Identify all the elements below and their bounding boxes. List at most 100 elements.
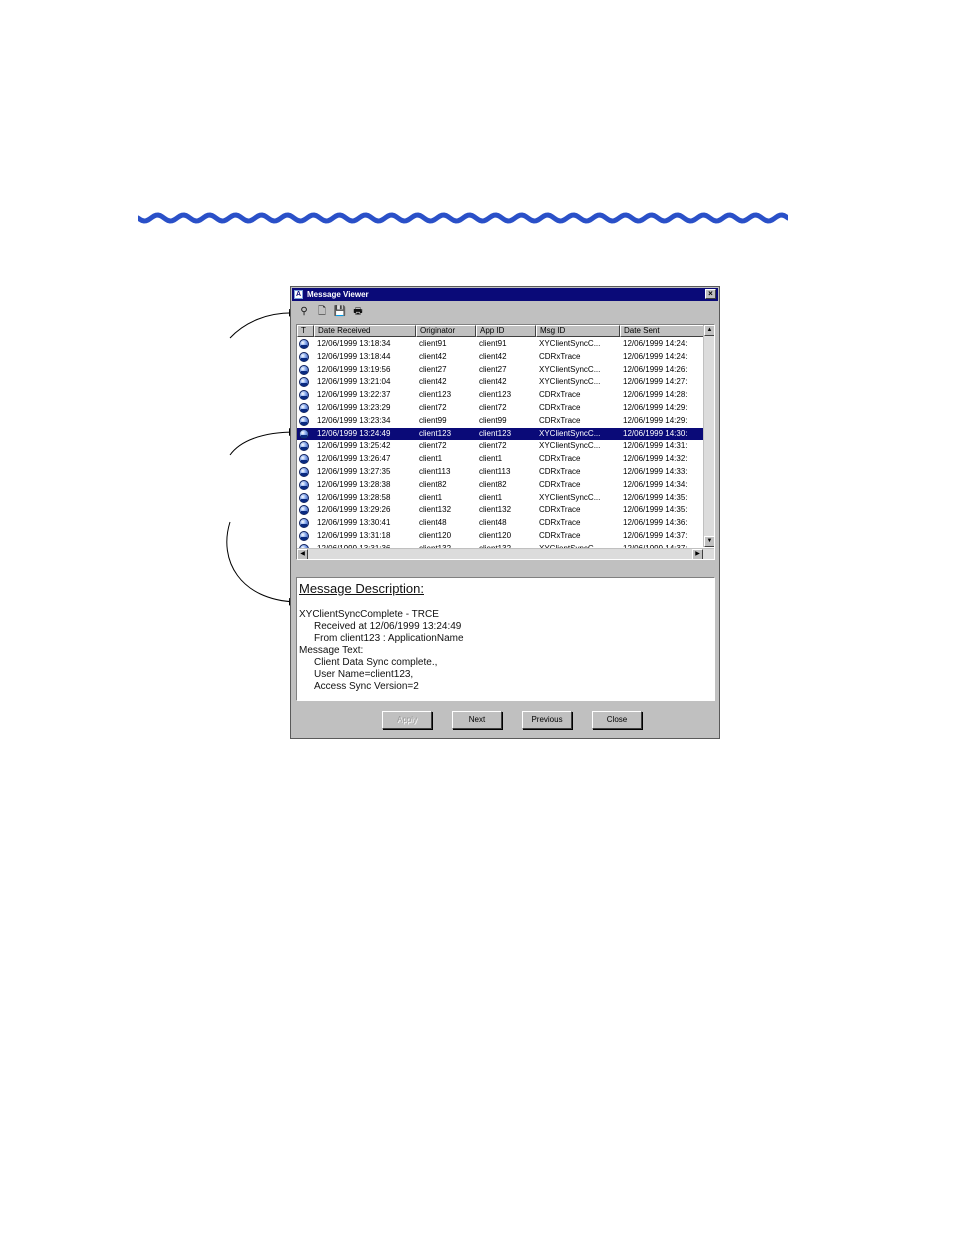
- cell-date-received: 12/06/1999 13:18:44: [317, 351, 391, 361]
- description-line: XYClientSyncComplete - TRCE: [299, 609, 439, 620]
- callout-arrow-description: [226, 521, 297, 606]
- cell-msg-id: CDRxTrace: [539, 479, 581, 489]
- horizontal-scrollbar[interactable]: ◀ ▶: [297, 548, 714, 559]
- description-line: Received at 12/06/1999 13:24:49: [314, 621, 462, 632]
- cell-app-id: client120: [479, 531, 512, 540]
- cell-app-id: client91: [479, 339, 507, 348]
- column-header-originator[interactable]: Originator: [416, 325, 476, 337]
- message-type-icon: [299, 339, 309, 349]
- cell-date-sent: 12/06/1999 14:36:: [623, 518, 688, 528]
- message-type-icon: [299, 415, 309, 426]
- title-bar[interactable]: A Message Viewer ×: [292, 288, 718, 301]
- cell-app-id: client42: [479, 377, 507, 387]
- cell-originator: client132: [419, 505, 452, 515]
- table-row[interactable]: 12/06/1999 13:28:38 client82 client82 CDRxT…: [297, 479, 704, 491]
- message-type-icon: [299, 441, 309, 452]
- column-header-date-sent[interactable]: Date Sent: [620, 325, 704, 337]
- table-row[interactable]: 12/06/1999 13:22:37 client123 client123 CDR…: [297, 389, 704, 401]
- cell-msg-id: XYClientSyncC...: [539, 441, 601, 451]
- message-type-icon: [299, 377, 309, 388]
- save-icon[interactable]: 💾: [333, 305, 347, 319]
- table-row[interactable]: 12/06/1999 13:27:35 client113 client113 CDR…: [297, 466, 704, 478]
- message-type-icon: [299, 467, 309, 477]
- cell-type: [297, 492, 314, 504]
- table-row[interactable]: 12/06/1999 13:24:49 client123 client123 XYC…: [297, 427, 704, 440]
- column-header-date-received[interactable]: Date Received: [314, 325, 416, 337]
- table-row[interactable]: 12/06/1999 13:18:34 client91 client91 XYCli…: [297, 338, 704, 350]
- cell-app-id: client1: [479, 454, 503, 464]
- cell-originator: client72: [419, 441, 447, 451]
- cell-originator: client1: [419, 492, 443, 502]
- vertical-scrollbar[interactable]: ▲ ▼: [703, 325, 714, 547]
- scroll-down-icon[interactable]: ▼: [704, 536, 714, 547]
- cell-type: [297, 440, 314, 452]
- scroll-up-icon[interactable]: ▲: [704, 325, 714, 336]
- cell-msg-id: XYClientSyncC...: [539, 364, 601, 374]
- cell-date-sent: 12/06/1999 14:32:: [623, 454, 688, 464]
- table-row[interactable]: 12/06/1999 13:18:44 client42 client42 CDRxT…: [297, 351, 704, 363]
- cell-type: [297, 517, 314, 529]
- cell-app-id: client72: [479, 441, 507, 451]
- filter-icon[interactable]: ⚲: [297, 305, 311, 319]
- decorative-wave-rule: [138, 212, 788, 224]
- cell-type: [297, 389, 314, 401]
- close-button[interactable]: Close: [592, 711, 642, 729]
- cell-msg-id: CDRxTrace: [539, 415, 581, 425]
- cell-app-id: client82: [479, 479, 507, 489]
- window-title: Message Viewer: [307, 290, 369, 299]
- table-row[interactable]: 12/06/1999 13:19:56 client27 client27 XYCli…: [297, 364, 704, 376]
- table-row[interactable]: 12/06/1999 13:30:41 client48 client48 CDRxT…: [297, 517, 704, 529]
- cell-date-sent: 12/06/1999 14:37:: [623, 531, 688, 540]
- cell-msg-id: CDRxTrace: [539, 467, 581, 476]
- cell-type: [297, 504, 314, 516]
- table-row[interactable]: 12/06/1999 13:28:58 client1 client1 XYClien…: [297, 492, 704, 504]
- message-list[interactable]: T Date Received Originator App ID Msg ID…: [296, 324, 715, 560]
- table-row[interactable]: 12/06/1999 13:23:34 client99 client99 CDRxT…: [297, 415, 704, 427]
- table-row[interactable]: 12/06/1999 13:29:26 client132 client132 CDR…: [297, 504, 704, 516]
- cell-originator: client113: [419, 467, 451, 476]
- table-row[interactable]: 12/06/1999 13:21:04 client42 client42 XYCli…: [297, 376, 704, 388]
- description-line: Client Data Sync complete.,: [314, 657, 438, 668]
- scroll-right-icon[interactable]: ▶: [692, 549, 703, 559]
- cell-date-received: 12/06/1999 13:18:34: [317, 339, 391, 348]
- message-type-icon: [299, 531, 309, 541]
- cell-originator: client120: [419, 531, 452, 540]
- toolbar: ⚲ 🗋 💾 🖶: [293, 304, 717, 320]
- description-line: From client123 : ApplicationName: [314, 633, 464, 644]
- cell-originator: client27: [419, 364, 447, 374]
- cell-date-received: 12/06/1999 13:31:18: [317, 531, 391, 540]
- cell-date-received: 12/06/1999 13:28:38: [317, 479, 391, 489]
- apply-button[interactable]: Apply: [382, 711, 432, 729]
- cell-date-sent: 12/06/1999 14:33:: [623, 467, 688, 476]
- previous-button[interactable]: Previous: [522, 711, 572, 729]
- scroll-left-icon[interactable]: ◀: [297, 549, 308, 559]
- message-type-icon: [299, 505, 309, 516]
- print-icon[interactable]: 🖶: [351, 305, 365, 319]
- cell-date-received: 12/06/1999 13:28:58: [317, 492, 391, 502]
- table-row[interactable]: 12/06/1999 13:23:29 client72 client72 CDRxT…: [297, 402, 704, 414]
- table-row[interactable]: 12/06/1999 13:31:18 client120 client120 CDR…: [297, 530, 704, 542]
- cell-app-id: client42: [479, 351, 507, 361]
- cell-date-received: 12/06/1999 13:27:35: [317, 467, 391, 476]
- column-header-app-id[interactable]: App ID: [476, 325, 536, 337]
- list-header: T Date Received Originator App ID Msg ID…: [297, 325, 704, 337]
- description-title: Message Description:: [299, 581, 424, 596]
- cell-date-received: 12/06/1999 13:19:56: [317, 364, 391, 374]
- new-document-icon[interactable]: 🗋: [315, 305, 329, 319]
- cell-app-id: client123: [479, 428, 512, 438]
- table-row[interactable]: 12/06/1999 13:26:47 client1 client1 CDRxTra…: [297, 453, 704, 465]
- cell-app-id: client48: [479, 518, 507, 528]
- cell-msg-id: CDRxTrace: [539, 518, 581, 528]
- close-window-button[interactable]: ×: [705, 289, 716, 299]
- column-header-type[interactable]: T: [297, 325, 314, 337]
- cell-originator: client1: [419, 454, 443, 464]
- table-row[interactable]: 12/06/1999 13:25:42 client72 client72 XYCli…: [297, 440, 704, 452]
- app-icon: A: [294, 290, 303, 299]
- cell-msg-id: XYClientSyncC...: [539, 377, 601, 387]
- cell-app-id: client72: [479, 403, 507, 412]
- cell-date-received: 12/06/1999 13:24:49: [317, 428, 391, 438]
- column-header-msg-id[interactable]: Msg ID: [536, 325, 620, 337]
- cell-date-sent: 12/06/1999 14:29:: [623, 415, 688, 425]
- next-button[interactable]: Next: [452, 711, 502, 729]
- cell-originator: client91: [419, 339, 447, 348]
